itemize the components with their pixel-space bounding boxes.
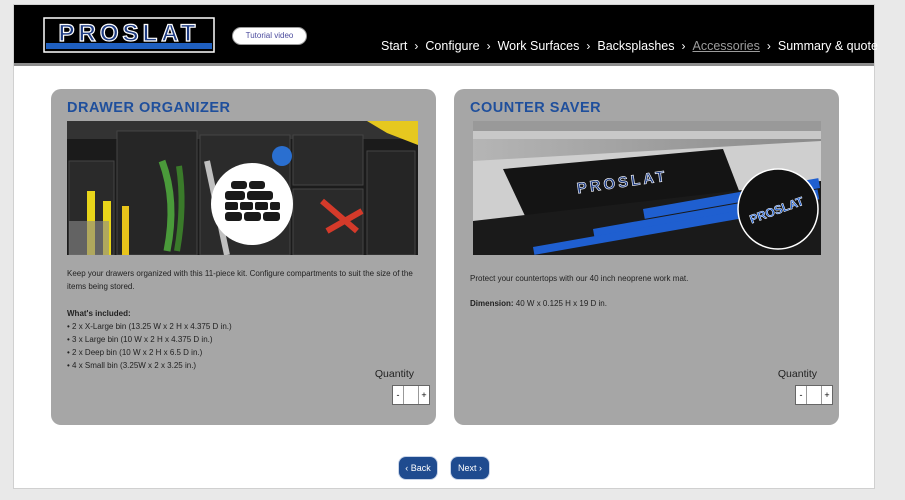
page-frame: PROSLAT Tutorial video Start › Configure… (13, 4, 878, 489)
nav-accessories[interactable]: Accessories (692, 39, 759, 53)
included-item: • 2 x Deep bin (10 W x 2 H x 6.5 D in.) (67, 348, 203, 357)
product-card-drawer-organizer: DRAWER ORGANIZER Keep your drawers organ… (51, 89, 436, 425)
product-dimension: Dimension: 40 W x 0.125 H x 19 D in. (470, 297, 820, 310)
nav-configure[interactable]: Configure (425, 39, 479, 53)
quantity-stepper: - + (795, 385, 833, 405)
breadcrumb: Start › Configure › Work Surfaces › Back… (381, 39, 878, 53)
product-card-counter-saver: COUNTER SAVER PROSLAT PROSLAT Protect yo… (454, 89, 839, 425)
nav-summary-quote[interactable]: Summary & quote (778, 39, 878, 53)
quantity-stepper: - + (392, 385, 430, 405)
included-item: • 2 x X-Large bin (13.25 W x 2 H x 4.375… (67, 322, 232, 331)
included-item: • 4 x Small bin (3.25W x 2 x 3.25 in.) (67, 361, 197, 370)
included-list: What's included: • 2 x X-Large bin (13.2… (67, 307, 232, 372)
nav-start[interactable]: Start (381, 39, 407, 53)
product-title: DRAWER ORGANIZER (67, 100, 231, 116)
nav-backsplashes[interactable]: Backsplashes (597, 39, 674, 53)
chevron-right-icon: › (681, 39, 686, 53)
included-item: • 3 x Large bin (10 W x 2 H x 4.375 D in… (67, 335, 213, 344)
quantity-input[interactable] (807, 386, 821, 404)
tutorial-video-button[interactable]: Tutorial video (232, 27, 307, 45)
header-bar: PROSLAT Tutorial video Start › Configure… (14, 5, 878, 66)
dimension-value: 40 W x 0.125 H x 19 D in. (515, 299, 607, 308)
included-heading: What's included: (67, 309, 131, 318)
proslat-logo[interactable]: PROSLAT (43, 17, 215, 53)
increment-button[interactable]: + (418, 386, 429, 404)
dimension-label: Dimension: (470, 299, 514, 308)
quantity-label: Quantity (374, 368, 414, 380)
svg-text:PROSLAT: PROSLAT (59, 20, 200, 47)
quantity-input[interactable] (404, 386, 418, 404)
quantity-label: Quantity (777, 368, 817, 380)
chevron-right-icon: › (486, 39, 491, 53)
chevron-right-icon: › (414, 39, 419, 53)
product-description: Keep your drawers organized with this 11… (67, 269, 413, 291)
back-button[interactable]: ‹ Back (399, 457, 437, 479)
chevron-right-icon: › (766, 39, 771, 53)
counter-saver-image: PROSLAT PROSLAT (473, 121, 821, 255)
decrement-button[interactable]: - (393, 386, 404, 404)
nav-work-surfaces[interactable]: Work Surfaces (498, 39, 580, 53)
product-title: COUNTER SAVER (470, 100, 602, 116)
drawer-organizer-image (67, 121, 418, 255)
decrement-button[interactable]: - (796, 386, 807, 404)
increment-button[interactable]: + (821, 386, 832, 404)
next-button[interactable]: Next › (451, 457, 489, 479)
product-description: Protect your countertops with our 40 inc… (470, 274, 689, 283)
chevron-right-icon: › (586, 39, 591, 53)
